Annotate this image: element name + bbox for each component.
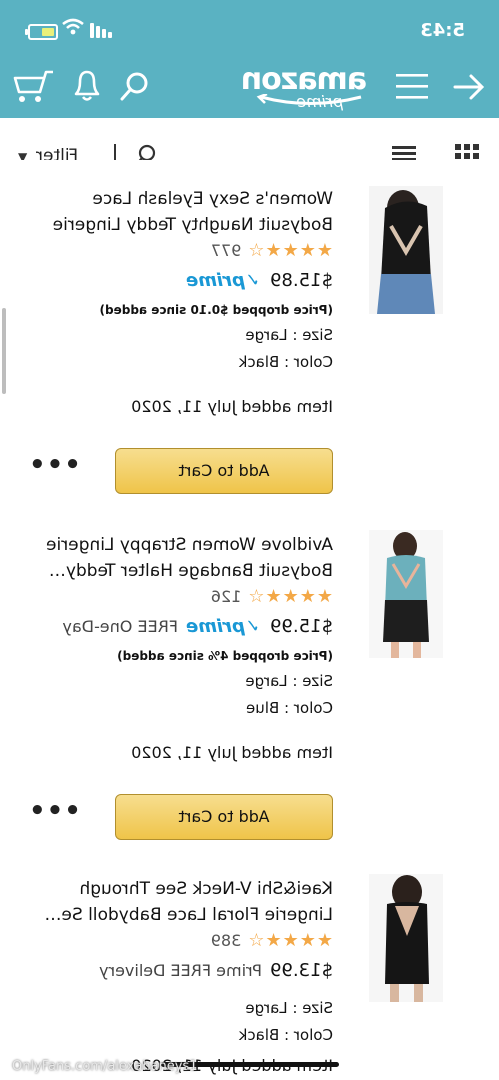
item-size: Size : Large — [245, 326, 333, 344]
item-rating: ★★★★☆ 389 — [18, 930, 333, 956]
rating-count[interactable]: 977 — [211, 241, 242, 260]
mirrored-app-screen: 5:43 amazon prime Filter ▼ Women's Sexy … — [0, 0, 499, 1080]
item-details: Avidlove Women Strappy Lingerie Bodysuit… — [18, 532, 333, 762]
item-details: Kaei&Shi V-Neck See Through Lingerie Flo… — [18, 876, 333, 1075]
prime-badge: ✓prime — [186, 616, 261, 637]
add-to-cart-button[interactable]: Add to Cart — [115, 448, 333, 494]
item-color: Color : Black — [238, 353, 333, 371]
battery-icon — [25, 24, 58, 40]
star-rating-icon: ★★★★☆ — [247, 586, 333, 607]
item-rating: ★★★★☆ 126 — [18, 586, 333, 612]
item-color: Color : Black — [238, 1026, 333, 1044]
cart-icon[interactable] — [13, 68, 55, 104]
item-rating: ★★★★☆ 977 — [18, 240, 333, 266]
price-line: $15.99 ✓prime FREE One-Day — [18, 616, 333, 637]
delivery-note: FREE One-Day — [62, 617, 179, 636]
star-rating-icon: ★★★★☆ — [247, 930, 333, 951]
product-image[interactable] — [369, 186, 443, 314]
add-to-cart-button[interactable]: Add to Cart — [115, 794, 333, 840]
scrollbar[interactable] — [2, 308, 6, 394]
back-arrow-icon[interactable] — [453, 72, 485, 102]
smile-arrow-icon — [256, 94, 362, 105]
list-item: Women's Sexy Eyelash Lace Bodysuit Naugh… — [0, 160, 499, 515]
item-title[interactable]: Women's Sexy Eyelash Lace Bodysuit Naugh… — [18, 186, 333, 238]
wifi-icon — [62, 18, 84, 35]
rating-count[interactable]: 389 — [211, 931, 242, 950]
item-price: $15.89 — [270, 270, 333, 291]
item-size: Size : Large — [245, 999, 333, 1017]
more-options-icon[interactable]: ••• — [28, 450, 81, 480]
nav-bar: amazon prime — [0, 58, 499, 118]
status-time: 5:43 — [420, 20, 465, 41]
menu-icon[interactable] — [395, 72, 429, 100]
item-details: Women's Sexy Eyelash Lace Bodysuit Naugh… — [18, 186, 333, 416]
list-item: Avidlove Women Strappy Lingerie Bodysuit… — [0, 514, 499, 859]
bell-icon[interactable] — [72, 68, 102, 102]
list-item: Kaei&Shi V-Neck See Through Lingerie Flo… — [0, 858, 499, 1080]
price-drop-note: (Price dropped 4% since added) — [117, 649, 333, 663]
item-price: $13.99 — [270, 960, 333, 981]
item-size: Size : Large — [245, 672, 333, 690]
product-image[interactable] — [369, 874, 443, 1002]
watermark-text: OnlyFans.com/alexahaneys1 — [12, 1059, 198, 1074]
item-added-date: Item added July 11, 2020 — [131, 743, 333, 762]
item-price: $15.99 — [270, 616, 333, 637]
delivery-note: Prime FREE Delivery — [99, 961, 263, 980]
price-line: $15.89 ✓prime — [18, 270, 333, 291]
rating-count[interactable]: 126 — [211, 587, 242, 606]
cellular-signal-icon — [90, 22, 112, 38]
item-color: Color : Blue — [246, 699, 333, 717]
more-options-icon[interactable]: ••• — [28, 796, 81, 826]
price-drop-note: (Price dropped $0.10 since added) — [99, 303, 333, 317]
status-bar: 5:43 — [0, 0, 499, 58]
item-added-date: Item added July 11, 2020 — [131, 397, 333, 416]
star-rating-icon: ★★★★☆ — [247, 240, 333, 261]
amazon-prime-logo[interactable]: amazon prime — [242, 62, 367, 112]
item-title[interactable]: Avidlove Women Strappy Lingerie Bodysuit… — [18, 532, 333, 584]
product-image[interactable] — [369, 530, 443, 658]
prime-badge: ✓prime — [186, 270, 261, 291]
item-title[interactable]: Kaei&Shi V-Neck See Through Lingerie Flo… — [18, 876, 333, 928]
search-icon[interactable] — [119, 70, 149, 102]
price-line: $13.99 Prime FREE Delivery — [18, 960, 333, 981]
